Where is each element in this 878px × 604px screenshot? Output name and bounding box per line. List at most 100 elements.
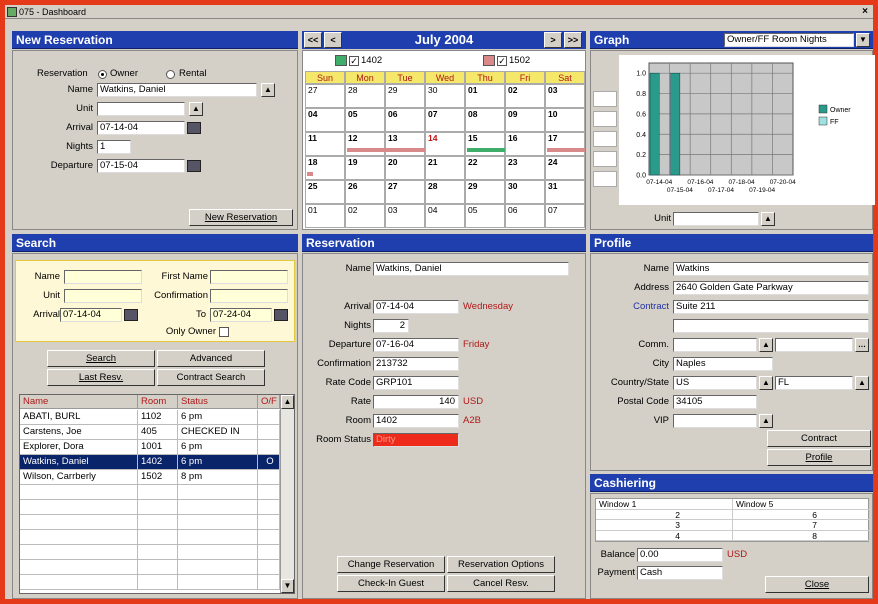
profile-country-field[interactable]: US xyxy=(673,376,757,390)
calendar-day[interactable]: 03 xyxy=(385,204,425,228)
cashier-window-cell[interactable]: 7 xyxy=(733,520,870,531)
cashier-window-cell[interactable]: Window 5 xyxy=(733,499,870,510)
profile-button[interactable]: Profile xyxy=(767,449,871,466)
calendar-day[interactable]: 02 xyxy=(345,204,385,228)
close-button[interactable]: Close xyxy=(765,576,869,593)
prev-year-button[interactable]: << xyxy=(304,32,322,48)
name-lookup-button[interactable]: ▲ xyxy=(261,83,275,97)
res-name-field[interactable]: Watkins, Daniel xyxy=(373,262,569,276)
search-unit-field[interactable] xyxy=(64,289,142,303)
vip-dropdown-button[interactable]: ▲ xyxy=(759,414,773,428)
profile-contract-link[interactable]: Contract xyxy=(593,300,669,314)
calendar-day[interactable]: 01 xyxy=(465,84,505,108)
calendar-day[interactable]: 06 xyxy=(505,204,545,228)
table-row[interactable] xyxy=(20,515,280,530)
scroll-down-button[interactable]: ▼ xyxy=(281,579,294,593)
calendar-day[interactable]: 02 xyxy=(505,84,545,108)
res-rate-field[interactable]: 140 xyxy=(373,395,459,409)
search-button[interactable]: Search xyxy=(47,350,155,367)
results-scrollbar[interactable]: ▲ ▼ xyxy=(280,395,294,593)
unit-dropdown-button[interactable]: ▲ xyxy=(189,102,203,116)
new-res-departure-field[interactable]: 07-15-04 xyxy=(97,159,185,173)
search-name-field[interactable] xyxy=(64,270,142,284)
calendar-icon[interactable] xyxy=(187,160,201,172)
res-room-field[interactable]: 1402 xyxy=(373,414,459,428)
new-reservation-button[interactable]: New Reservation xyxy=(189,209,293,226)
res-nights-field[interactable]: 2 xyxy=(373,319,409,333)
comm-more-button[interactable]: … xyxy=(855,338,869,352)
contract-search-button[interactable]: Contract Search xyxy=(157,369,265,386)
calendar-day[interactable]: 04 xyxy=(305,108,345,132)
new-res-name-field[interactable]: Watkins, Daniel xyxy=(97,83,257,97)
table-row[interactable] xyxy=(20,485,280,500)
new-res-unit-field[interactable] xyxy=(97,102,185,116)
table-row[interactable] xyxy=(20,530,280,545)
table-row[interactable] xyxy=(20,575,280,590)
profile-city-field[interactable]: Naples xyxy=(673,357,773,371)
contract-button[interactable]: Contract xyxy=(767,430,871,447)
table-row[interactable] xyxy=(20,500,280,515)
calendar-day[interactable]: 29 xyxy=(385,84,425,108)
search-confirmation-field[interactable] xyxy=(210,289,288,303)
cashier-window-cell[interactable]: 3 xyxy=(596,520,733,531)
calendar-day[interactable]: 19 xyxy=(345,156,385,180)
owner-radio[interactable] xyxy=(98,70,107,79)
cancel-resv-button[interactable]: Cancel Resv. xyxy=(447,575,555,592)
graph-unit-dropdown-button[interactable]: ▲ xyxy=(761,212,775,226)
profile-postal-field[interactable]: 34105 xyxy=(673,395,757,409)
calendar-day[interactable]: 31 xyxy=(545,180,585,204)
cashier-window-cell[interactable]: 2 xyxy=(596,509,733,520)
new-res-nights-field[interactable]: 1 xyxy=(97,140,131,154)
search-to-field[interactable]: 07-24-04 xyxy=(210,308,272,322)
calendar-day[interactable]: 25 xyxy=(305,180,345,204)
profile-vip-field[interactable] xyxy=(673,414,757,428)
res-confirmation-field[interactable]: 213732 xyxy=(373,357,459,371)
calendar-day[interactable]: 09 xyxy=(505,108,545,132)
profile-address2-field[interactable] xyxy=(673,319,869,333)
payment-field[interactable]: Cash xyxy=(637,566,723,580)
prev-month-button[interactable]: < xyxy=(324,32,342,48)
profile-name-field[interactable]: Watkins xyxy=(673,262,869,276)
calendar-day[interactable]: 04 xyxy=(425,204,465,228)
cashier-window-cell[interactable]: 4 xyxy=(596,530,733,541)
reservation-options-button[interactable]: Reservation Options xyxy=(447,556,555,573)
calendar-day[interactable]: 23 xyxy=(505,156,545,180)
only-owner-checkbox[interactable] xyxy=(219,327,229,337)
search-arrival-field[interactable]: 07-14-04 xyxy=(60,308,122,322)
table-row[interactable]: Wilson, Carrberly 1502 8 pm xyxy=(20,470,280,485)
legend-checkbox-1402[interactable]: ✓ xyxy=(349,56,359,66)
calendar-day[interactable]: 21 xyxy=(425,156,465,180)
calendar-icon[interactable] xyxy=(187,122,201,134)
calendar-day[interactable]: 05 xyxy=(465,204,505,228)
calendar-day[interactable]: 06 xyxy=(385,108,425,132)
calendar-day[interactable]: 14 xyxy=(425,132,465,156)
calendar-icon[interactable] xyxy=(274,309,288,321)
calendar-day[interactable]: 07 xyxy=(425,108,465,132)
legend-checkbox-1502[interactable]: ✓ xyxy=(497,56,507,66)
calendar-day[interactable]: 05 xyxy=(345,108,385,132)
next-year-button[interactable]: >> xyxy=(564,32,582,48)
check-in-guest-button[interactable]: Check-In Guest xyxy=(337,575,445,592)
change-reservation-button[interactable]: Change Reservation xyxy=(337,556,445,573)
table-row[interactable]: Watkins, Daniel 1402 6 pm O xyxy=(20,455,280,470)
calendar-day[interactable]: 26 xyxy=(345,180,385,204)
calendar-day[interactable]: 16 xyxy=(505,132,545,156)
calendar-day[interactable]: 15 xyxy=(465,132,505,156)
last-resv-button[interactable]: Last Resv. xyxy=(47,369,155,386)
calendar-day[interactable]: 10 xyxy=(545,108,585,132)
cashier-window-cell[interactable]: 8 xyxy=(733,530,870,541)
state-dropdown-button[interactable]: ▲ xyxy=(855,376,869,390)
calendar-day[interactable]: 22 xyxy=(465,156,505,180)
calendar-day[interactable]: 18 xyxy=(305,156,345,180)
calendar-day[interactable]: 30 xyxy=(425,84,465,108)
country-dropdown-button[interactable]: ▲ xyxy=(759,376,773,390)
table-row[interactable]: ABATI, BURL 1102 6 pm xyxy=(20,410,280,425)
close-window-button[interactable]: × xyxy=(859,6,871,18)
col-header-name[interactable]: Name xyxy=(20,395,138,409)
cashier-window-cell[interactable]: 6 xyxy=(733,509,870,520)
calendar-day[interactable]: 27 xyxy=(305,84,345,108)
graph-unit-field[interactable] xyxy=(673,212,759,226)
profile-contract-field[interactable]: Suite 211 xyxy=(673,300,869,314)
new-res-arrival-field[interactable]: 07-14-04 xyxy=(97,121,185,135)
calendar-day[interactable]: 28 xyxy=(345,84,385,108)
